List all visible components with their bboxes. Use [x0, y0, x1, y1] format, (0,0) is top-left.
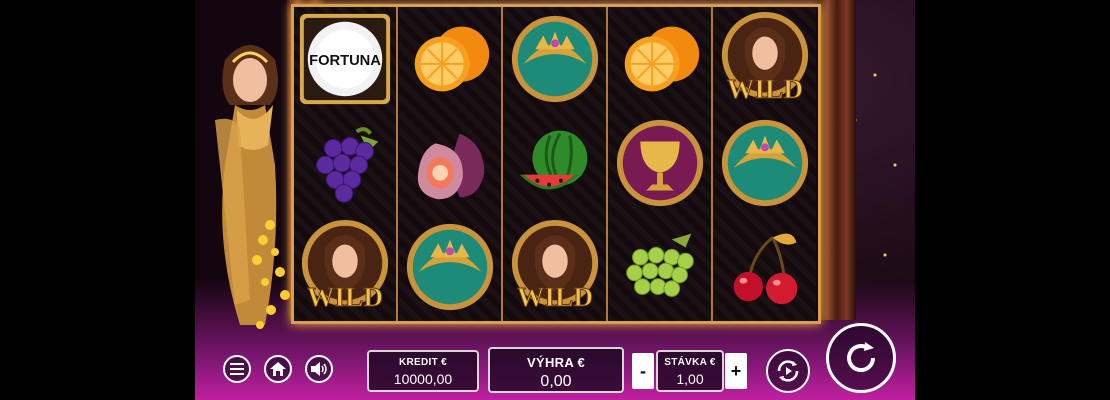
symbol-cherry — [714, 215, 816, 319]
autoplay-button[interactable] — [766, 349, 810, 393]
reel-separator — [501, 7, 503, 321]
reel-separator — [606, 7, 608, 321]
wild-text: WILD — [307, 282, 383, 312]
autoplay-icon — [777, 360, 799, 382]
wild-text: WILD — [727, 74, 803, 104]
win-value: 0,00 — [540, 373, 572, 390]
wild-text: WILD — [517, 282, 593, 312]
symbol-fig — [399, 111, 501, 215]
goddess-character — [215, 45, 290, 329]
symbol-green-grapes — [609, 215, 711, 319]
symbol-watermelon — [504, 111, 606, 215]
credit-value: 10000,00 — [393, 371, 453, 387]
pillar-right — [818, 0, 856, 320]
symbol-wild: WILD — [714, 7, 816, 111]
symbol-wild: WILD — [504, 215, 606, 319]
bet-value: 1,00 — [676, 371, 704, 387]
symbol-golden-chalice — [609, 111, 711, 215]
home-button[interactable] — [264, 355, 292, 383]
fortuna-logo-text: FORTUNA — [309, 53, 381, 69]
bet-increase-button[interactable]: + — [725, 353, 747, 389]
symbol-orange — [609, 7, 711, 111]
sound-button[interactable] — [305, 355, 333, 383]
symbol-tiara — [714, 111, 816, 215]
symbol-tiara — [399, 215, 501, 319]
symbol-wild: WILD — [294, 215, 396, 319]
reel-separator — [711, 7, 713, 321]
reel-3: WILD — [504, 7, 606, 321]
reel-5: WILD — [714, 7, 816, 321]
spin-button[interactable] — [826, 323, 896, 393]
credit-label: KREDIT € — [399, 357, 447, 368]
menu-button[interactable] — [223, 355, 251, 383]
home-icon — [270, 362, 286, 376]
bet-decrease-button[interactable]: - — [632, 353, 654, 389]
symbol-fortuna-logo: FORTUNA — [294, 7, 396, 111]
bet-panel: STÁVKA € 1,00 — [656, 350, 724, 392]
win-label: VÝHRA € — [527, 355, 585, 370]
symbol-orange — [399, 7, 501, 111]
reel-1: FORTUNA WILD — [294, 7, 396, 321]
sound-icon — [311, 362, 327, 376]
symbol-grape — [294, 111, 396, 215]
win-panel: VÝHRA € 0,00 — [488, 347, 624, 393]
symbol-tiara — [504, 7, 606, 111]
reel-4 — [609, 7, 711, 321]
credit-panel: KREDIT € 10000,00 — [367, 350, 479, 392]
reel-2 — [399, 7, 501, 321]
reels-frame: FORTUNA WILD WILD WILD — [291, 4, 821, 324]
reel-separator — [396, 7, 398, 321]
game-viewport: FORTUNA WILD WILD WILD KREDIT € 10000,00… — [195, 0, 915, 400]
menu-icon — [230, 363, 244, 375]
bet-label: STÁVKA € — [664, 357, 716, 368]
spin-icon — [847, 342, 876, 373]
